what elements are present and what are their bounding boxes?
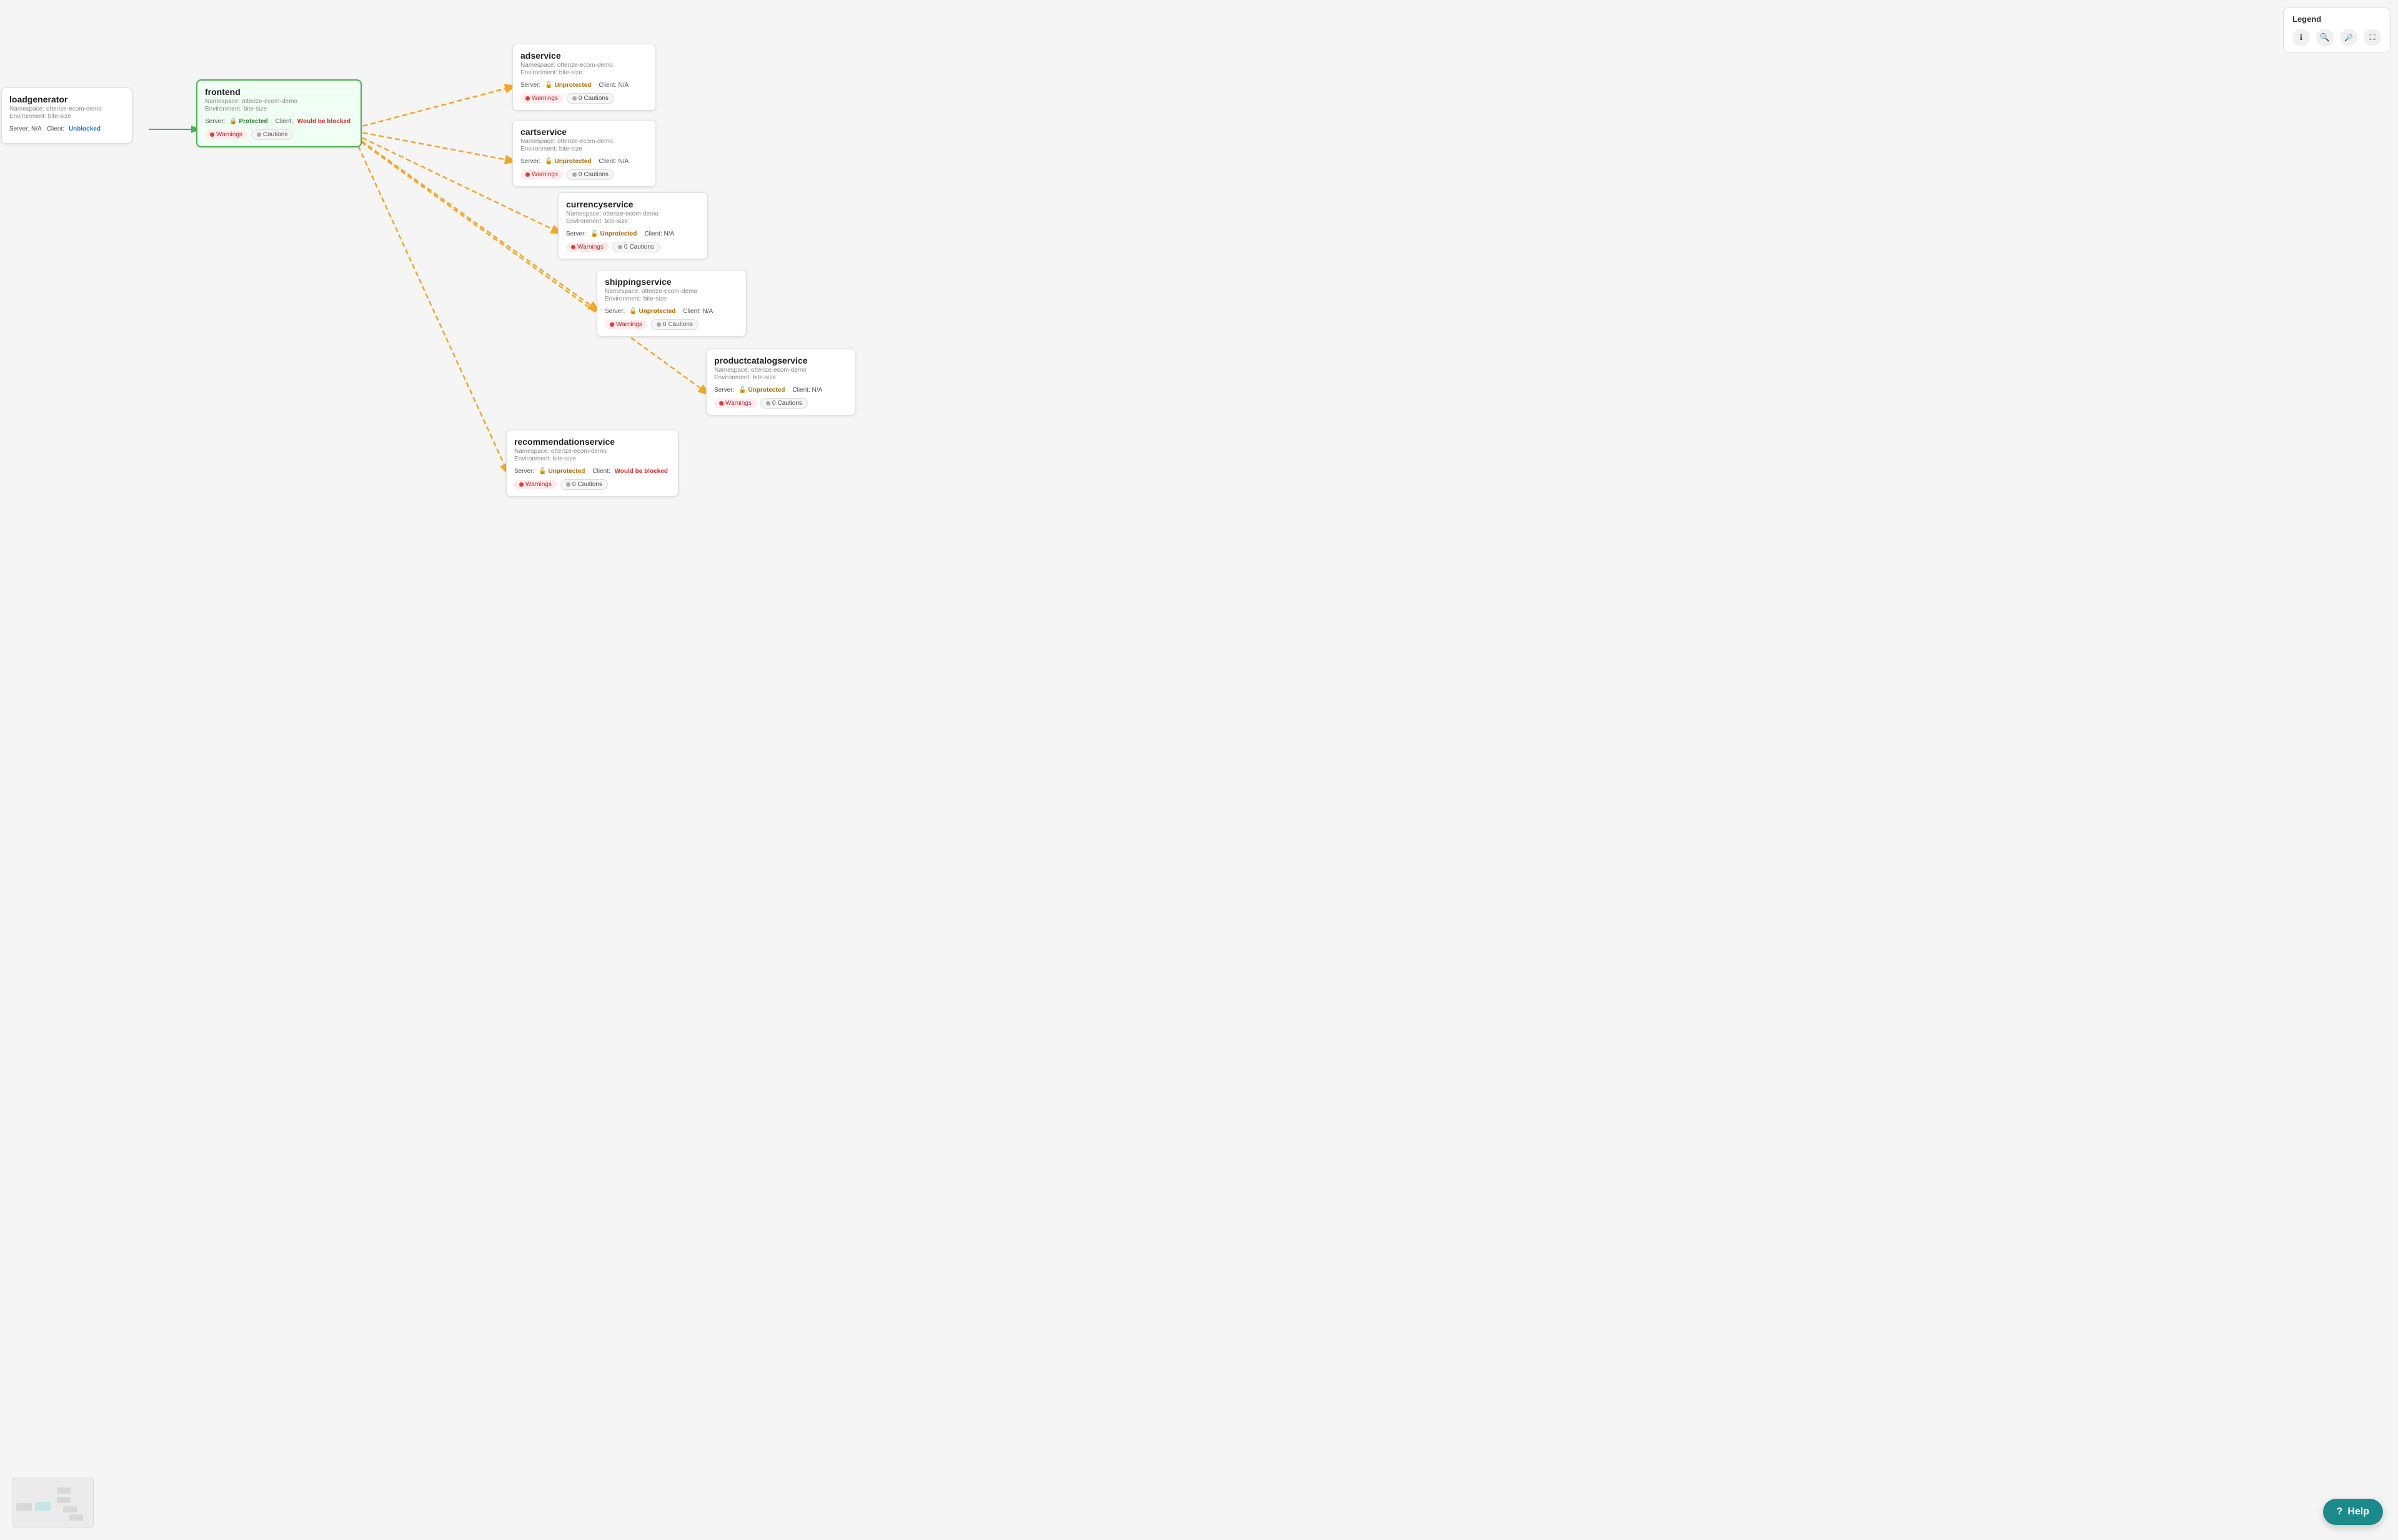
loadgenerator-client-label: Client: Unblocked [47, 125, 103, 133]
productcatalogservice-environment: Environment: bite-size [714, 374, 848, 381]
node-productcatalogservice[interactable]: productcatalogservice Namespace: otteriz… [706, 349, 856, 415]
shippingservice-cautions: 0 Cautions [651, 319, 699, 330]
currencyservice-client-label: Client: N/A [644, 231, 674, 237]
frontend-environment: Environment: bite-size [205, 106, 353, 112]
currencyservice-warnings: Warnings [566, 242, 609, 252]
productcatalogservice-client-label: Client: N/A [792, 387, 822, 394]
cartservice-name: cartservice [520, 127, 648, 137]
productcatalogservice-status-row: Server: 🔓 Unprotected Client: N/A [714, 386, 848, 394]
currencyservice-badge-row: Warnings 0 Cautions [566, 242, 700, 252]
loadgenerator-status-row: Server: N/A Client: Unblocked [9, 125, 124, 133]
cartservice-namespace: Namespace: otterize-ecom-demo [520, 138, 648, 145]
minimap-node-loadgenerator [16, 1503, 32, 1511]
node-cartservice[interactable]: cartservice Namespace: otterize-ecom-dem… [512, 120, 656, 187]
adservice-cautions: 0 Cautions [567, 93, 614, 104]
minimap-node-currencyservice [63, 1506, 77, 1513]
cartservice-client-label: Client: N/A [599, 158, 629, 165]
currencyservice-status-row: Server: 🔓 Unprotected Client: N/A [566, 230, 700, 238]
recommendationservice-warnings: Warnings [514, 480, 557, 489]
node-adservice[interactable]: adservice Namespace: otterize-ecom-demo … [512, 44, 656, 111]
node-shippingservice[interactable]: shippingservice Namespace: otterize-ecom… [597, 270, 747, 337]
help-button[interactable]: ? Help [2323, 1499, 2383, 1525]
loadgenerator-server-label: Server: N/A [9, 126, 42, 132]
shippingservice-environment: Environment: bite-size [605, 296, 739, 302]
minimap-node-adservice [57, 1488, 71, 1494]
frontend-cautions: Cautions [251, 129, 293, 140]
legend-icons: ℹ 🔍 🔎 ⛶ [2292, 29, 2381, 46]
productcatalogservice-namespace: Namespace: otterize-ecom-demo [714, 367, 848, 374]
frontend-name: frontend [205, 87, 353, 97]
arrows-svg [0, 0, 2398, 1540]
adservice-client-label: Client: N/A [599, 82, 629, 89]
shippingservice-namespace: Namespace: otterize-ecom-demo [605, 288, 739, 295]
help-icon: ? [2337, 1506, 2343, 1518]
minimap [12, 1478, 94, 1528]
currencyservice-server-label: Server: 🔓 Unprotected [566, 230, 639, 238]
recommendationservice-badge-row: Warnings 0 Cautions [514, 479, 670, 490]
loadgenerator-namespace: Namespace: otterize-ecom-demo [9, 106, 124, 112]
node-frontend[interactable]: frontend Namespace: otterize-ecom-demo E… [196, 79, 362, 147]
productcatalogservice-cautions: 0 Cautions [760, 398, 808, 409]
recommendationservice-server-label: Server: 🔓 Unprotected [514, 467, 587, 475]
frontend-server-label: Server: 🔒 Protected [205, 117, 271, 126]
recommendationservice-status-row: Server: 🔓 Unprotected Client: Would be b… [514, 467, 670, 475]
productcatalogservice-name: productcatalogservice [714, 355, 848, 365]
node-currencyservice[interactable]: currencyservice Namespace: otterize-ecom… [558, 192, 708, 259]
adservice-namespace: Namespace: otterize-ecom-demo [520, 62, 648, 69]
shippingservice-client-label: Client: N/A [683, 308, 713, 315]
adservice-server-label: Server: 🔓 Unprotected [520, 81, 594, 89]
adservice-warnings: Warnings [520, 94, 563, 103]
shippingservice-status-row: Server: 🔓 Unprotected Client: N/A [605, 307, 739, 315]
node-recommendationservice[interactable]: recommendationservice Namespace: otteriz… [506, 430, 679, 497]
shippingservice-server-label: Server: 🔓 Unprotected [605, 307, 678, 315]
productcatalogservice-server-label: Server: 🔓 Unprotected [714, 386, 787, 394]
frontend-client-label: Client: Would be blocked [276, 117, 354, 126]
recommendationservice-name: recommendationservice [514, 437, 670, 447]
legend-fullscreen-button[interactable]: ⛶ [2364, 29, 2381, 46]
cartservice-cautions: 0 Cautions [567, 169, 614, 180]
productcatalogservice-badge-row: Warnings 0 Cautions [714, 398, 848, 409]
shippingservice-name: shippingservice [605, 277, 739, 287]
frontend-namespace: Namespace: otterize-ecom-demo [205, 98, 353, 105]
legend-panel: Legend ℹ 🔍 🔎 ⛶ [2283, 7, 2391, 53]
currencyservice-name: currencyservice [566, 199, 700, 209]
loadgenerator-name: loadgenerator [9, 94, 124, 104]
cartservice-warnings: Warnings [520, 170, 563, 179]
adservice-status-row: Server: 🔓 Unprotected Client: N/A [520, 81, 648, 89]
currencyservice-environment: Environment: bite-size [566, 218, 700, 225]
cartservice-badge-row: Warnings 0 Cautions [520, 169, 648, 180]
shippingservice-badge-row: Warnings 0 Cautions [605, 319, 739, 330]
currencyservice-namespace: Namespace: otterize-ecom-demo [566, 211, 700, 217]
minimap-content [13, 1478, 93, 1527]
recommendationservice-namespace: Namespace: otterize-ecom-demo [514, 448, 670, 455]
cartservice-environment: Environment: bite-size [520, 146, 648, 152]
help-label: Help [2347, 1506, 2369, 1518]
minimap-node-cartservice [57, 1497, 71, 1503]
recommendationservice-client-label: Client: Would be blocked [592, 467, 670, 475]
legend-title: Legend [2292, 14, 2381, 24]
frontend-badge-row: Warnings Cautions [205, 129, 353, 140]
adservice-environment: Environment: bite-size [520, 69, 648, 76]
loadgenerator-environment: Environment: bite-size [9, 113, 124, 120]
adservice-name: adservice [520, 51, 648, 61]
minimap-node-shippingservice [69, 1514, 83, 1521]
frontend-status-row: Server: 🔒 Protected Client: Would be blo… [205, 117, 353, 126]
main-canvas: loadgenerator Namespace: otterize-ecom-d… [0, 0, 2398, 1540]
recommendationservice-environment: Environment: bite-size [514, 455, 670, 462]
cartservice-server-label: Server: 🔓 Unprotected [520, 157, 594, 166]
frontend-warnings: Warnings [205, 130, 247, 139]
currencyservice-cautions: 0 Cautions [612, 242, 660, 252]
adservice-badge-row: Warnings 0 Cautions [520, 93, 648, 104]
node-loadgenerator[interactable]: loadgenerator Namespace: otterize-ecom-d… [1, 87, 132, 144]
minimap-node-frontend [35, 1502, 51, 1511]
legend-zoom-in-button[interactable]: 🔍 [2316, 29, 2334, 46]
shippingservice-warnings: Warnings [605, 320, 647, 329]
legend-info-button[interactable]: ℹ [2292, 29, 2310, 46]
cartservice-status-row: Server: 🔓 Unprotected Client: N/A [520, 157, 648, 166]
recommendationservice-cautions: 0 Cautions [560, 479, 608, 490]
productcatalogservice-warnings: Warnings [714, 399, 757, 408]
legend-zoom-out-button[interactable]: 🔎 [2340, 29, 2357, 46]
